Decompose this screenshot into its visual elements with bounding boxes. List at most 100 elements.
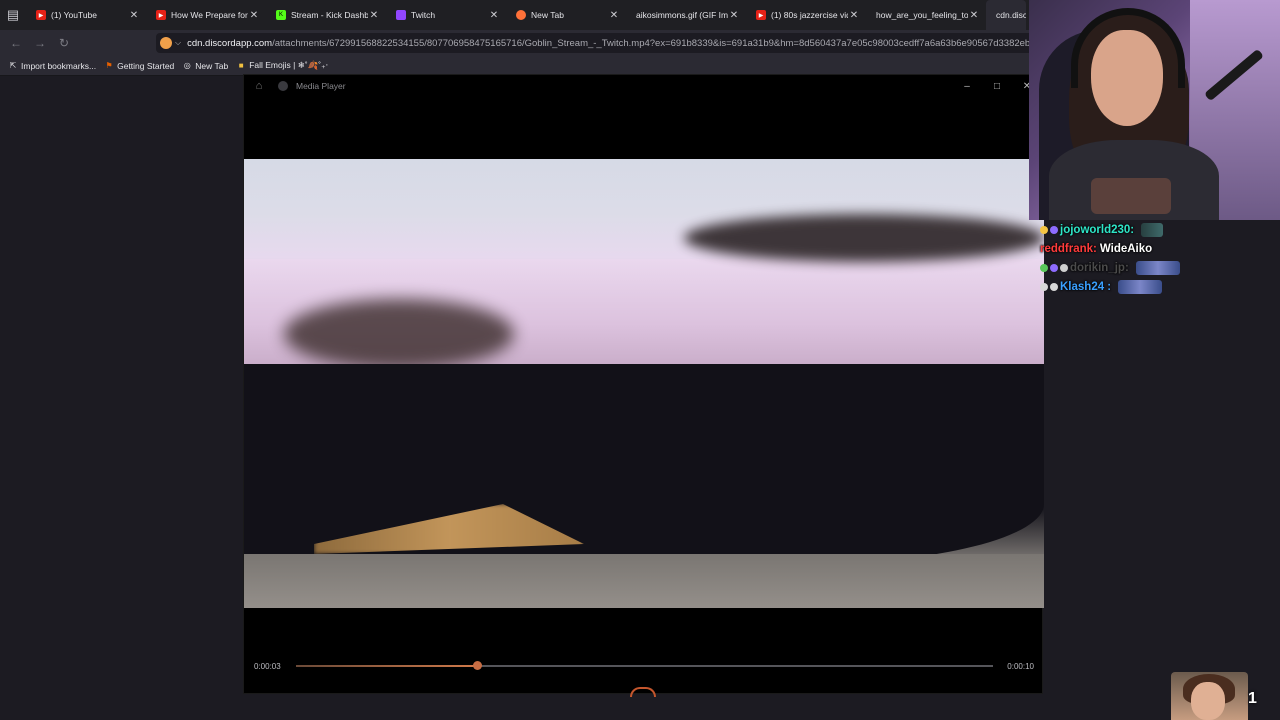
tab-list-icon: ▤ — [6, 7, 20, 22]
emote-icon — [1118, 279, 1163, 294]
tab-title: Twitch — [411, 10, 436, 20]
reload-icon: ↻ — [58, 36, 70, 50]
firefox-icon — [516, 10, 526, 20]
tab-gif-image[interactable]: aikosimmons.gif (GIF Imag ✕ — [626, 0, 746, 30]
play-button[interactable] — [630, 687, 656, 697]
tab-how-are-you-feeling[interactable]: how_are_you_feeling_toda ✕ — [866, 0, 986, 30]
youtube-icon: ▶ — [156, 10, 166, 20]
reload-button[interactable]: ↻ — [52, 30, 76, 56]
badge-icon — [1040, 263, 1048, 272]
forward-button[interactable]: → — [28, 30, 52, 56]
video-blur-shape — [284, 299, 514, 369]
emote-icon — [1135, 260, 1180, 275]
bookmark-new-tab[interactable]: ◎ New Tab — [182, 61, 228, 71]
headset-icon — [1071, 8, 1185, 88]
chat-message: Klash24 : — [1040, 277, 1240, 296]
chat-username: jojoworld230: — [1060, 223, 1135, 236]
close-icon[interactable]: ✕ — [488, 10, 500, 21]
video-blur-shape — [684, 214, 1044, 262]
kick-icon: K — [276, 10, 286, 20]
twitch-icon — [396, 10, 406, 20]
bookmark-label: Fall Emojis | ❄˚🍂˚₊‧ — [249, 60, 329, 70]
tab-kick-dashboard[interactable]: K Stream - Kick Dashboa ✕ — [266, 0, 386, 30]
close-icon[interactable]: ✕ — [608, 10, 620, 21]
back-arrow-icon: ← — [10, 36, 22, 50]
tab-cdn-discord[interactable]: cdn.disco — [986, 0, 1026, 30]
thumbnail-face — [1191, 682, 1225, 720]
badge-icon — [1040, 225, 1048, 234]
bookmark-label: Import bookmarks... — [21, 60, 97, 71]
chat-username: reddfrank: — [1040, 242, 1097, 255]
url-path: /attachments/672991568822534155/80770695… — [272, 37, 1036, 49]
minimize-button[interactable]: – — [952, 75, 982, 97]
import-icon: ⇱ — [9, 61, 17, 70]
tab-title: How We Prepare for --7 — [171, 10, 248, 20]
video-floor — [244, 554, 1044, 608]
bookmark-getting-started[interactable]: ⚑ Getting Started — [104, 60, 175, 71]
screen: ▤ ▶ (1) YouTube ✕ ▶ How We Prepare for -… — [0, 0, 1280, 720]
close-icon[interactable]: ✕ — [728, 10, 740, 21]
chat-message: jojoworld230: — [1040, 220, 1240, 239]
bookmark-label: New Tab — [195, 60, 229, 71]
maximize-button[interactable]: □ — [982, 75, 1012, 97]
folder-icon: ■ — [238, 61, 244, 70]
tab-title: New Tab — [531, 10, 564, 20]
close-icon[interactable]: ✕ — [248, 10, 260, 21]
close-icon[interactable]: ✕ — [128, 10, 140, 21]
video-frame[interactable] — [244, 159, 1044, 608]
youtube-icon: ▶ — [36, 10, 46, 20]
badge-icon — [1050, 225, 1058, 234]
home-icon[interactable]: ⌂ — [244, 80, 274, 92]
chat-message: reddfrank: WideAiko — [1040, 239, 1240, 258]
bookmark-folder-fall-emojis[interactable]: ■ Fall Emojis | ❄˚🍂˚₊‧ — [236, 60, 328, 71]
globe-icon: ◎ — [183, 61, 191, 70]
emote-icon — [1141, 222, 1164, 237]
corner-thumbnail — [1171, 672, 1248, 720]
tracking-shield-icon[interactable] — [160, 37, 172, 49]
chat-text: WideAiko — [1099, 242, 1153, 255]
player-titlebar: ⌂ Media Player – □ ✕ — [244, 75, 1044, 97]
webcam-overlay — [1029, 0, 1280, 220]
youtube-icon: ▶ — [756, 10, 766, 20]
badge-icon — [1040, 282, 1048, 291]
current-time: 0:00:03 — [254, 661, 281, 671]
badge-icon — [1050, 282, 1058, 291]
tab-how-we-prepare[interactable]: ▶ How We Prepare for --7 ✕ — [146, 0, 266, 30]
badge-icon — [1050, 263, 1058, 272]
seek-progress — [296, 665, 478, 667]
forward-arrow-icon: → — [34, 36, 46, 50]
chat-username: dorikin_jp: — [1070, 261, 1129, 274]
tab-title: Stream - Kick Dashboa — [291, 10, 368, 20]
seek-handle[interactable] — [473, 661, 483, 670]
chat-message: dorikin_jp: — [1040, 258, 1240, 277]
player-title: Media Player — [296, 81, 346, 91]
total-time: 0:00:10 — [1007, 661, 1034, 671]
tab-twitch[interactable]: Twitch ✕ — [386, 0, 506, 30]
chevron-down-icon[interactable]: ⌵ — [175, 38, 181, 48]
getting-started-icon: ⚑ — [105, 61, 113, 70]
badge-icon — [1060, 263, 1068, 272]
media-player-window: ⌂ Media Player – □ ✕ 0:00:03 0:00:10 — [243, 74, 1044, 697]
close-icon[interactable]: ✕ — [848, 10, 860, 21]
bookmark-import[interactable]: ⇱ Import bookmarks... — [8, 61, 96, 71]
tab-title: aikosimmons.gif (GIF Imag — [636, 10, 728, 20]
chat-overlay: jojoworld230: reddfrank: WideAiko doriki… — [1040, 220, 1240, 296]
tab-list-button[interactable]: ▤ — [0, 0, 26, 30]
thumbnail-count: 1 — [1248, 690, 1257, 707]
webcam-shirt-print — [1091, 178, 1171, 214]
chat-username: Klash24 : — [1060, 280, 1112, 293]
back-button[interactable]: ← — [4, 30, 28, 56]
close-icon[interactable]: ✕ — [368, 10, 380, 21]
tab-title: how_are_you_feeling_toda — [876, 10, 968, 20]
tab-title: cdn.disco — [996, 10, 1026, 20]
tab-title: (1) YouTube — [51, 10, 97, 20]
bookmark-label: Getting Started — [117, 60, 175, 71]
tab-new-tab[interactable]: New Tab ✕ — [506, 0, 626, 30]
tab-youtube[interactable]: ▶ (1) YouTube ✕ — [26, 0, 146, 30]
close-icon[interactable]: ✕ — [968, 10, 980, 21]
seek-bar[interactable] — [296, 661, 993, 670]
address-bar[interactable]: ⌵ cdn.discordapp.com /attachments/672991… — [156, 33, 1036, 53]
media-player-logo-icon — [278, 81, 288, 91]
playback-controls: 0:00:03 0:00:10 — [244, 655, 1044, 677]
tab-jazzercise[interactable]: ▶ (1) 80s jazzercise video ✕ — [746, 0, 866, 30]
